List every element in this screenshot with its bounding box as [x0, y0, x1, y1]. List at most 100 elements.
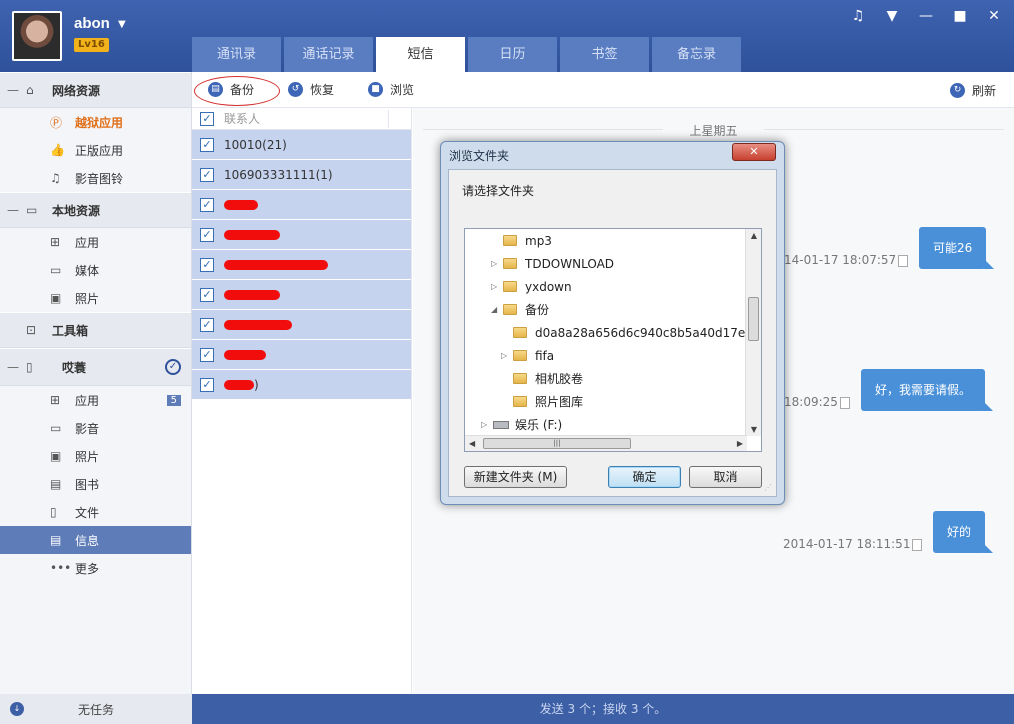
tree-item[interactable]: ◢ 备份 — [491, 298, 549, 321]
row-checkbox[interactable]: ✓ — [200, 197, 214, 212]
section-toolbox[interactable]: ⊡ 工具箱 — [0, 312, 191, 348]
redaction-mark — [224, 229, 280, 240]
sidebar-item-local-media[interactable]: ▭ 媒体 — [0, 256, 191, 284]
expand-arrow-icon[interactable]: ▷ — [501, 351, 513, 360]
sidebar-item-device-books[interactable]: ▤ 图书 — [0, 470, 191, 498]
copy-icon[interactable] — [912, 539, 922, 551]
sidebar-item-jailbreak-apps[interactable]: Ⓟ 越狱应用 — [0, 108, 191, 136]
scrollbar-thumb[interactable]: ||| — [483, 438, 631, 449]
minimize-icon[interactable]: — — [916, 8, 936, 24]
ok-button[interactable]: 确定 — [608, 466, 681, 488]
toolbar: ▤ 备份 ↺ 恢复 ■ 浏览 ↻ 刷新 — [192, 72, 1014, 108]
scroll-left-icon[interactable]: ◀ — [469, 439, 475, 448]
new-folder-button[interactable]: 新建文件夹 (M) — [464, 466, 567, 488]
tab-contacts[interactable]: 通讯录 — [192, 37, 281, 72]
tree-item-label: mp3 — [525, 233, 552, 248]
check-circle-icon[interactable]: ✓ — [165, 359, 181, 375]
message-bubble[interactable]: 好，我需要请假。 — [861, 369, 994, 411]
row-checkbox[interactable]: ✓ — [200, 167, 214, 182]
folder-icon — [503, 281, 517, 292]
tree-item[interactable]: ▷ yxdown — [491, 275, 572, 298]
contact-row[interactable]: ✓ — [192, 340, 411, 370]
sidebar-item-local-apps[interactable]: ⊞ 应用 — [0, 228, 191, 256]
row-checkbox[interactable]: ✓ — [200, 257, 214, 272]
tree-item[interactable]: ▷ fifa — [501, 344, 554, 367]
tree-item[interactable]: d0a8a28a656d6c940c8b5a40d17e0c — [501, 321, 759, 344]
music-icon[interactable]: ♫ — [848, 8, 868, 24]
collapse-icon[interactable]: — — [0, 203, 26, 217]
close-icon[interactable]: ✕ — [984, 8, 1004, 24]
row-checkbox[interactable]: ✓ — [200, 137, 214, 152]
dialog-close-button[interactable]: ✕ — [732, 143, 776, 161]
tree-item-label: fifa — [535, 348, 555, 363]
expand-arrow-icon[interactable]: ▷ — [481, 420, 493, 429]
row-checkbox[interactable]: ✓ — [200, 287, 214, 302]
collapse-icon[interactable]: — — [0, 360, 26, 374]
section-device[interactable]: — ▯ 哎蓑 ✓ — [0, 348, 191, 386]
cancel-button[interactable]: 取消 — [689, 466, 762, 488]
tab-call-log[interactable]: 通话记录 — [284, 37, 373, 72]
contact-row[interactable]: ✓ — [192, 250, 411, 280]
contact-row[interactable]: ✓ — [192, 220, 411, 250]
scroll-up-icon[interactable]: ▲ — [746, 231, 761, 240]
section-label: 网络资源 — [52, 83, 101, 98]
row-checkbox[interactable]: ✓ — [200, 347, 214, 362]
sidebar-item-local-photos[interactable]: ▣ 照片 — [0, 284, 191, 312]
task-status[interactable]: ↓ 无任务 — [0, 694, 192, 724]
expand-arrow-icon[interactable]: ◢ — [491, 305, 503, 314]
expand-arrow-icon[interactable]: ▷ — [491, 259, 503, 268]
sidebar-item-device-apps[interactable]: ⊞ 应用 5 — [0, 386, 191, 414]
scroll-right-icon[interactable]: ▶ — [737, 439, 743, 448]
sidebar-item-media-ringtones[interactable]: ♫ 影音图铃 — [0, 164, 191, 192]
scrollbar-thumb[interactable] — [748, 297, 759, 341]
menu-icon[interactable]: ▼ — [882, 8, 902, 24]
tab-bookmarks[interactable]: 书签 — [560, 37, 649, 72]
browse-button[interactable]: ■ 浏览 — [368, 81, 414, 98]
contact-row[interactable]: ✓ ) — [192, 370, 411, 400]
contact-row[interactable]: ✓ 106903331111(1) — [192, 160, 411, 190]
sidebar-item-device-photos[interactable]: ▣ 照片 — [0, 442, 191, 470]
contact-list: ✓ 联系人 ✓ 10010(21) ✓ 106903331111(1) ✓ ✓ … — [192, 108, 412, 694]
scroll-down-icon[interactable]: ▼ — [746, 425, 761, 434]
tab-calendar[interactable]: 日历 — [468, 37, 557, 72]
sidebar-item-label: 正版应用 — [75, 143, 124, 158]
message-bubble[interactable]: 好的 — [933, 511, 994, 553]
restore-button[interactable]: ↺ 恢复 — [288, 81, 334, 98]
contact-row[interactable]: ✓ — [192, 310, 411, 340]
tab-sms[interactable]: 短信 — [376, 37, 465, 72]
tree-item[interactable]: 相机胶卷 — [501, 367, 583, 390]
maximize-icon[interactable]: ■ — [950, 8, 970, 24]
level-badge: Lv16 — [74, 38, 109, 52]
horizontal-scrollbar[interactable]: ◀ ||| ▶ — [465, 435, 747, 451]
row-checkbox[interactable]: ✓ — [200, 317, 214, 332]
contact-row[interactable]: ✓ 10010(21) — [192, 130, 411, 160]
resize-grip-icon[interactable]: ⋰ — [764, 483, 772, 492]
sidebar-item-device-files[interactable]: ▯ 文件 — [0, 498, 191, 526]
section-local-resources[interactable]: — ▭ 本地资源 — [0, 192, 191, 228]
select-all-checkbox[interactable]: ✓ — [200, 111, 214, 126]
sidebar-item-device-more[interactable]: ••• 更多 — [0, 554, 191, 582]
tree-item[interactable]: mp3 — [491, 229, 552, 252]
section-network-resources[interactable]: — ⌂ 网络资源 — [0, 72, 191, 108]
copy-icon[interactable] — [840, 397, 850, 409]
vertical-scrollbar[interactable]: ▲ ▼ — [745, 229, 761, 436]
tree-item[interactable]: ▷ TDDOWNLOAD — [491, 252, 614, 275]
sidebar-item-device-messages[interactable]: ▤ 信息 — [0, 526, 191, 554]
row-checkbox[interactable]: ✓ — [200, 377, 214, 392]
avatar[interactable] — [12, 11, 62, 61]
contact-row[interactable]: ✓ — [192, 280, 411, 310]
row-checkbox[interactable]: ✓ — [200, 227, 214, 242]
tab-memos[interactable]: 备忘录 — [652, 37, 741, 72]
copy-icon[interactable] — [898, 255, 908, 267]
collapse-icon[interactable]: — — [0, 83, 26, 97]
sidebar-item-official-apps[interactable]: 👍 正版应用 — [0, 136, 191, 164]
sidebar-item-device-media[interactable]: ▭ 影音 — [0, 414, 191, 442]
tree-item[interactable]: 照片图库 — [501, 390, 583, 413]
refresh-button[interactable]: ↻ 刷新 — [949, 82, 996, 99]
message-bubble[interactable]: 可能26 — [919, 227, 995, 269]
username[interactable]: abon — [74, 15, 110, 32]
expand-arrow-icon[interactable]: ▷ — [491, 282, 503, 291]
tree-item[interactable]: ▷ 娱乐 (F:) — [481, 413, 562, 436]
chevron-down-icon[interactable]: ▼ — [118, 19, 126, 30]
contact-row[interactable]: ✓ — [192, 190, 411, 220]
